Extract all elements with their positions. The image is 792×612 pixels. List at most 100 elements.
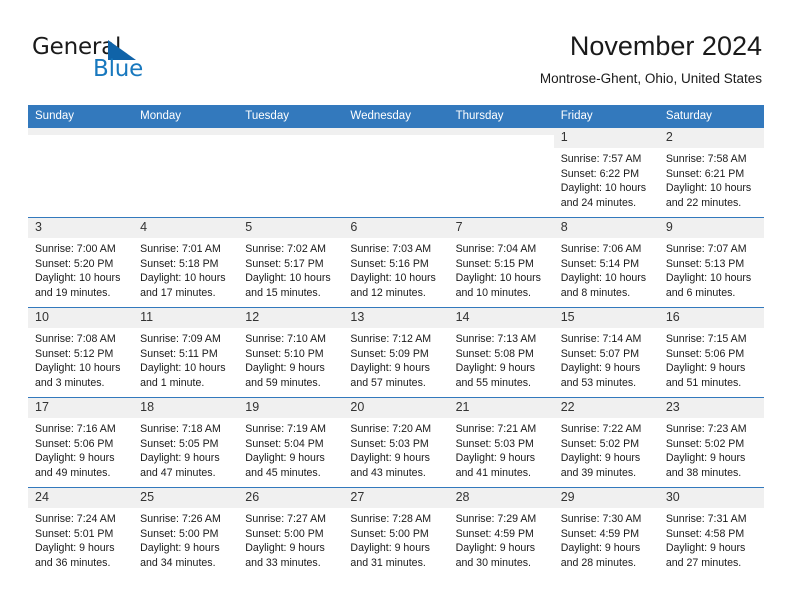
day-details: Sunrise: 7:08 AM Sunset: 5:12 PM Daylight:… (28, 328, 133, 390)
sunrise-text: Sunrise: 7:16 AM (35, 423, 116, 435)
calendar-day-cell[interactable]: 8 Sunrise: 7:06 AM Sunset: 5:14 PM Daylight… (553, 217, 659, 308)
sunrise-text: Sunrise: 7:12 AM (350, 333, 432, 345)
day-details: Sunrise: 7:57 AM Sunset: 6:22 PM Daylight:… (554, 148, 659, 210)
daylight-text-line2: and 39 minutes. (560, 466, 637, 479)
sunset-text: Sunset: 5:18 PM (140, 257, 219, 270)
sunrise-text: Sunrise: 7:31 AM (665, 513, 747, 525)
daylight-text-line2: and 17 minutes. (140, 286, 216, 299)
calendar-day-cell[interactable]: 4 Sunrise: 7:01 AM Sunset: 5:18 PM Daylight… (133, 217, 239, 308)
calendar-day-cell[interactable]: 15 Sunrise: 7:14 AM Sunset: 5:07 PM Dayligh… (553, 307, 659, 398)
sunrise-text: Sunrise: 7:10 AM (245, 333, 326, 345)
calendar-day-cell[interactable]: 5 Sunrise: 7:02 AM Sunset: 5:17 PM Daylight… (238, 217, 344, 308)
sunrise-text: Sunrise: 7:18 AM (140, 423, 221, 435)
calendar-day-cell[interactable]: 9 Sunrise: 7:07 AM Sunset: 5:13 PM Daylight… (658, 217, 764, 308)
sunset-text: Sunset: 4:59 PM (455, 527, 534, 540)
day-number: 7 (448, 218, 554, 238)
sunrise-text: Sunrise: 7:19 AM (245, 423, 326, 435)
day-number: 27 (343, 488, 449, 508)
sunset-text: Sunset: 5:04 PM (245, 437, 324, 450)
daylight-text-line2: and 12 minutes. (350, 286, 426, 299)
day-details: Sunrise: 7:06 AM Sunset: 5:14 PM Daylight:… (554, 238, 659, 300)
day-details: Sunrise: 7:58 AM Sunset: 6:21 PM Daylight:… (659, 148, 764, 210)
calendar-day-cell[interactable]: 25 Sunrise: 7:26 AM Sunset: 5:00 PM Dayligh… (133, 487, 239, 577)
calendar-day-cell[interactable]: 23 Sunrise: 7:23 AM Sunset: 5:02 PM Dayligh… (658, 397, 764, 488)
general-blue-logo[interactable]: General Blue (32, 34, 212, 90)
calendar-day-cell[interactable]: 18 Sunrise: 7:18 AM Sunset: 5:05 PM Dayligh… (133, 397, 239, 488)
daylight-text-line1: Daylight: 10 hours (35, 272, 121, 285)
calendar-day-cell[interactable]: 30 Sunrise: 7:31 AM Sunset: 4:58 PM Dayligh… (658, 487, 764, 577)
calendar-day-cell[interactable]: 1 Sunrise: 7:57 AM Sunset: 6:22 PM Daylight… (553, 127, 659, 218)
calendar-day-cell[interactable]: 20 Sunrise: 7:20 AM Sunset: 5:03 PM Dayligh… (343, 397, 449, 488)
sunrise-text: Sunrise: 7:02 AM (245, 243, 326, 255)
calendar-day-cell[interactable]: 22 Sunrise: 7:22 AM Sunset: 5:02 PM Dayligh… (553, 397, 659, 488)
daylight-text-line2: and 36 minutes. (35, 556, 111, 569)
daylight-text-line1: Daylight: 10 hours (350, 272, 436, 285)
calendar-day-cell[interactable]: 6 Sunrise: 7:03 AM Sunset: 5:16 PM Daylight… (343, 217, 449, 308)
sunset-text: Sunset: 5:00 PM (245, 527, 324, 540)
sunrise-text: Sunrise: 7:03 AM (350, 243, 432, 255)
calendar-day-cell[interactable]: 24 Sunrise: 7:24 AM Sunset: 5:01 PM Dayligh… (28, 487, 134, 577)
daylight-text-line1: Daylight: 9 hours (350, 362, 430, 375)
day-details: Sunrise: 7:31 AM Sunset: 4:58 PM Daylight:… (659, 508, 764, 570)
day-number (343, 128, 449, 135)
day-number: 26 (238, 488, 344, 508)
sunset-text: Sunset: 5:11 PM (140, 347, 218, 360)
daylight-text-line1: Daylight: 10 hours (455, 272, 541, 285)
daylight-text-line2: and 33 minutes. (245, 556, 321, 569)
calendar-page: General Blue November 2024 Montrose-Ghen… (0, 0, 792, 612)
calendar-week-row: 10 Sunrise: 7:08 AM Sunset: 5:12 PM Dayligh… (28, 307, 764, 398)
sunrise-text: Sunrise: 7:08 AM (35, 333, 116, 345)
day-details: Sunrise: 7:09 AM Sunset: 5:11 PM Daylight:… (133, 328, 238, 390)
calendar-day-cell-empty (238, 127, 344, 218)
daylight-text-line2: and 3 minutes. (35, 376, 105, 389)
daylight-text-line1: Daylight: 9 hours (455, 452, 536, 465)
calendar-day-cell[interactable]: 27 Sunrise: 7:28 AM Sunset: 5:00 PM Dayligh… (343, 487, 449, 577)
day-number (28, 128, 134, 135)
daylight-text-line2: and 57 minutes. (350, 376, 426, 389)
calendar-day-cell[interactable]: 16 Sunrise: 7:15 AM Sunset: 5:06 PM Dayligh… (658, 307, 764, 398)
calendar-day-cell[interactable]: 29 Sunrise: 7:30 AM Sunset: 4:59 PM Dayligh… (553, 487, 659, 577)
sunrise-text: Sunrise: 7:22 AM (560, 423, 642, 435)
sunset-text: Sunset: 5:08 PM (455, 347, 534, 360)
calendar-day-cell[interactable]: 21 Sunrise: 7:21 AM Sunset: 5:03 PM Dayligh… (448, 397, 554, 488)
daylight-text-line1: Daylight: 9 hours (665, 542, 746, 555)
sunset-text: Sunset: 5:07 PM (560, 347, 640, 360)
calendar-day-cell[interactable]: 2 Sunrise: 7:58 AM Sunset: 6:21 PM Daylight… (658, 127, 764, 218)
calendar-day-cell[interactable]: 3 Sunrise: 7:00 AM Sunset: 5:20 PM Daylight… (28, 217, 134, 308)
daylight-text-line2: and 49 minutes. (35, 466, 111, 479)
sunset-text: Sunset: 5:03 PM (350, 437, 429, 450)
day-details: Sunrise: 7:30 AM Sunset: 4:59 PM Daylight:… (554, 508, 659, 570)
daylight-text-line1: Daylight: 9 hours (140, 452, 220, 465)
daylight-text-line2: and 41 minutes. (455, 466, 531, 479)
daylight-text-line2: and 10 minutes. (455, 286, 531, 299)
daylight-text-line2: and 45 minutes. (245, 466, 321, 479)
day-number: 1 (553, 128, 659, 148)
daylight-text-line1: Daylight: 10 hours (35, 362, 121, 375)
sunrise-text: Sunrise: 7:00 AM (35, 243, 116, 255)
day-number: 22 (553, 398, 659, 418)
day-number: 17 (28, 398, 134, 418)
sunrise-text: Sunrise: 7:07 AM (665, 243, 747, 255)
calendar-day-cell[interactable]: 7 Sunrise: 7:04 AM Sunset: 5:15 PM Daylight… (448, 217, 554, 308)
calendar-day-cell[interactable]: 14 Sunrise: 7:13 AM Sunset: 5:08 PM Dayligh… (448, 307, 554, 398)
sunset-text: Sunset: 5:02 PM (560, 437, 640, 450)
logo-text-blue: Blue (93, 56, 144, 82)
daylight-text-line2: and 19 minutes. (35, 286, 111, 299)
day-details: Sunrise: 7:12 AM Sunset: 5:09 PM Daylight:… (343, 328, 448, 390)
calendar-day-cell[interactable]: 28 Sunrise: 7:29 AM Sunset: 4:59 PM Dayligh… (448, 487, 554, 577)
calendar-day-cell[interactable]: 11 Sunrise: 7:09 AM Sunset: 5:11 PM Dayligh… (133, 307, 239, 398)
calendar-day-cell[interactable]: 10 Sunrise: 7:08 AM Sunset: 5:12 PM Dayligh… (28, 307, 134, 398)
calendar-day-cell-empty (448, 127, 554, 218)
day-details: Sunrise: 7:07 AM Sunset: 5:13 PM Daylight:… (659, 238, 764, 300)
calendar-day-cell[interactable]: 17 Sunrise: 7:16 AM Sunset: 5:06 PM Dayligh… (28, 397, 134, 488)
sunset-text: Sunset: 5:09 PM (350, 347, 429, 360)
day-number: 3 (28, 218, 134, 238)
sunset-text: Sunset: 4:59 PM (560, 527, 640, 540)
calendar-day-cell[interactable]: 26 Sunrise: 7:27 AM Sunset: 5:00 PM Dayligh… (238, 487, 344, 577)
day-details: Sunrise: 7:24 AM Sunset: 5:01 PM Daylight:… (28, 508, 133, 570)
day-number: 6 (343, 218, 449, 238)
calendar-day-cell[interactable]: 13 Sunrise: 7:12 AM Sunset: 5:09 PM Dayligh… (343, 307, 449, 398)
daylight-text-line1: Daylight: 9 hours (665, 362, 746, 375)
calendar-day-cell[interactable]: 12 Sunrise: 7:10 AM Sunset: 5:10 PM Dayligh… (238, 307, 344, 398)
calendar-day-cell[interactable]: 19 Sunrise: 7:19 AM Sunset: 5:04 PM Dayligh… (238, 397, 344, 488)
